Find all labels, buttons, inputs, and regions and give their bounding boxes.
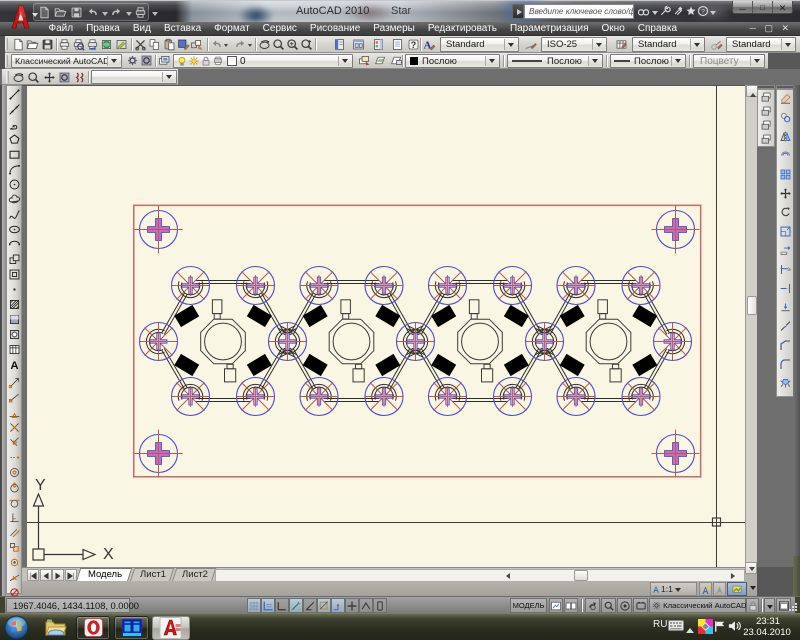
svg-text:A: A: [10, 360, 18, 371]
svg-text:X: X: [103, 546, 114, 563]
svg-text:Y: Y: [35, 477, 46, 494]
svg-text:?: ?: [701, 9, 705, 16]
svg-text:?: ?: [411, 40, 416, 50]
svg-text:A: A: [424, 41, 432, 51]
